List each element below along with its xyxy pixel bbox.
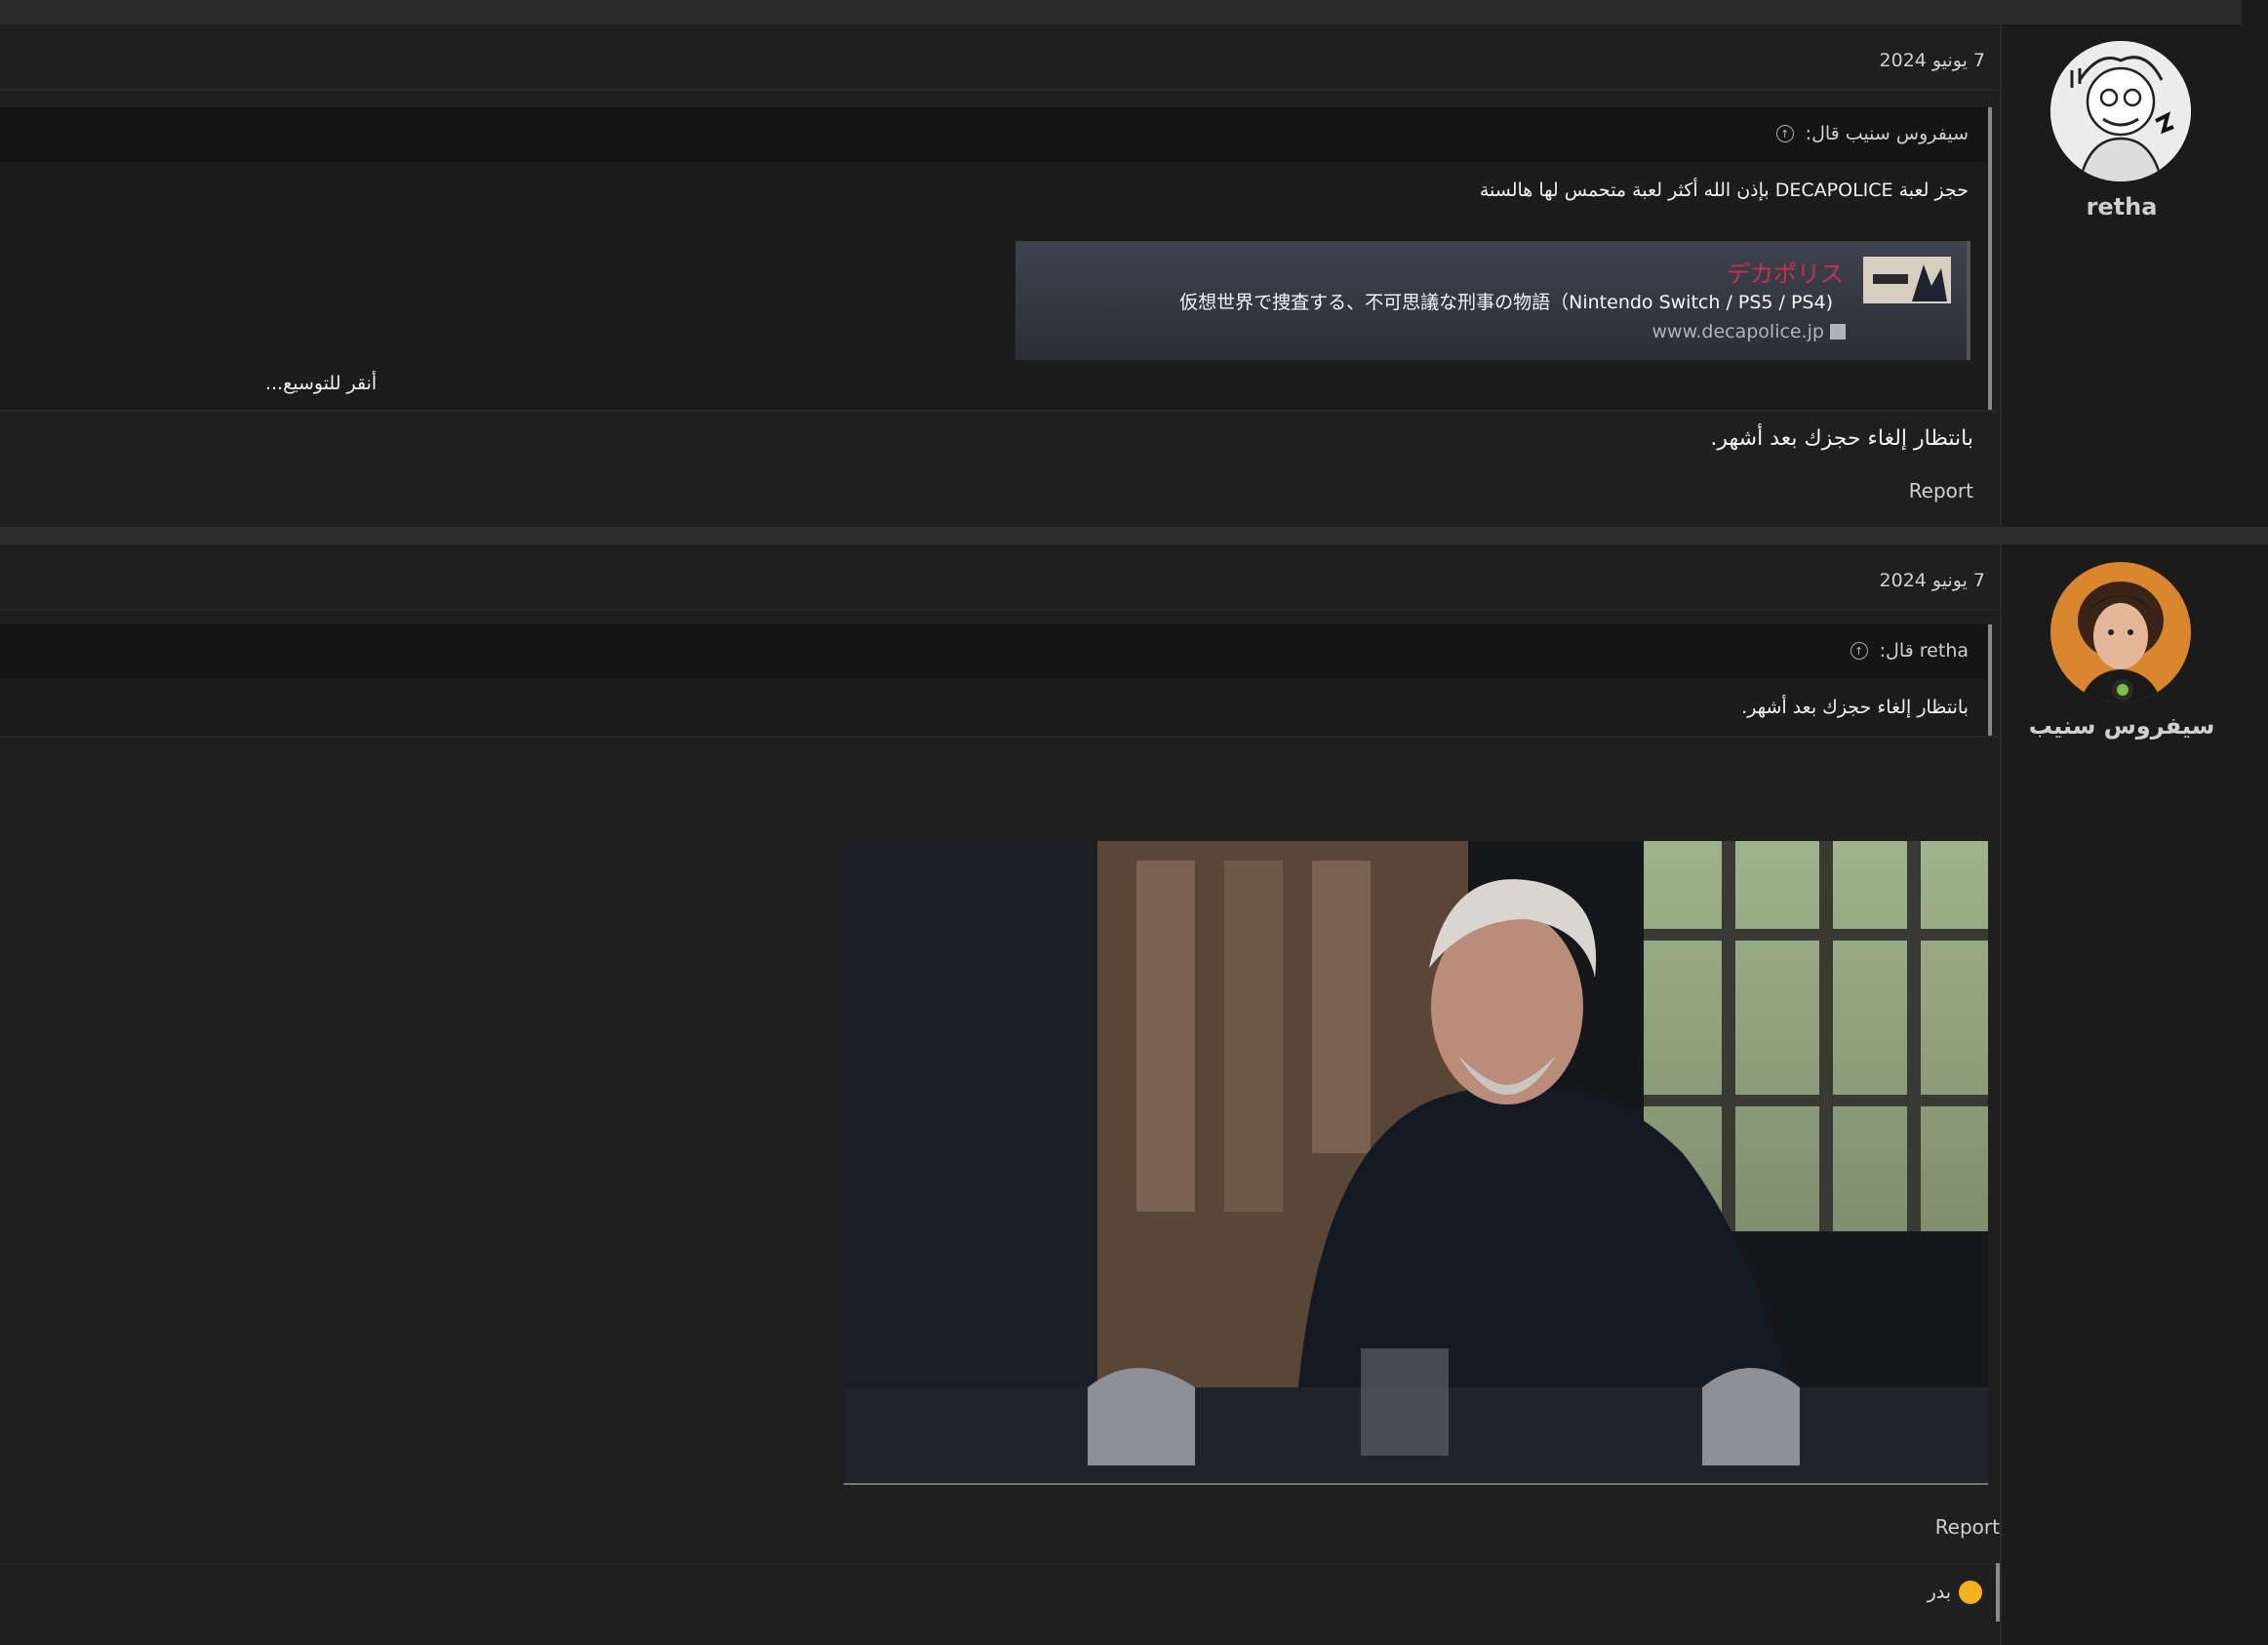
post-1: retha 7 يونيو 2024 سيفروس سنيب قال: ↑ حج…: [0, 24, 2242, 527]
post-1-user-panel: retha: [2000, 24, 2242, 527]
quote-block: retha قال: ↑ بانتظار إلغاء حجزك بعد أشهر…: [0, 624, 1992, 736]
username[interactable]: retha: [2002, 193, 2242, 221]
quote-block: سيفروس سنيب قال: ↑ حجز لعبة DECAPOLICE ب…: [0, 107, 1992, 410]
reaction-bar[interactable]: بدر: [1928, 1563, 2000, 1622]
quote-header: سيفروس سنيب قال: ↑: [0, 107, 1988, 162]
post-image[interactable]: [844, 841, 1988, 1485]
reaction-user[interactable]: بدر: [1928, 1582, 1951, 1603]
link-embed[interactable]: デカポリス 仮想世界で捜査する、不可思議な刑事の物語（Nintendo Swit…: [1015, 241, 1970, 360]
embed-site: www.decapolice.jp: [1651, 321, 1846, 342]
username[interactable]: سيفروس سنيب: [2002, 712, 2242, 740]
arrow-up-icon[interactable]: ↑: [1775, 125, 1794, 142]
online-status-icon: [2112, 679, 2133, 701]
embed-site-url[interactable]: www.decapolice.jp: [1651, 321, 1824, 342]
post-date[interactable]: 7 يونيو 2024: [1880, 570, 1985, 591]
expand-link[interactable]: أنقر للتوسيع...: [265, 373, 377, 394]
quote-author[interactable]: retha قال:: [1880, 640, 1969, 662]
divider: [0, 410, 2002, 412]
laughing-emoji-icon: [1959, 1581, 1982, 1604]
quote-text: بانتظار إلغاء حجزك بعد أشهر.: [1741, 697, 1969, 718]
avatar[interactable]: [2050, 41, 2191, 181]
quote-header: retha قال: ↑: [0, 624, 1988, 679]
external-link-icon: [1830, 324, 1846, 340]
quote-text: حجز لعبة DECAPOLICE بإذن الله أكثر لعبة …: [1479, 180, 1969, 201]
embed-title[interactable]: デカポリス: [1727, 255, 1844, 289]
embed-description: 仮想世界で捜査する、不可思議な刑事の物語（Nintendo Switch / P…: [1179, 292, 1833, 313]
post-date[interactable]: 7 يونيو 2024: [1880, 50, 1985, 71]
post-message: بانتظار إلغاء حجزك بعد أشهر.: [1710, 426, 1973, 451]
report-link[interactable]: Report: [1935, 1515, 2000, 1539]
post-2-user-panel: سيفروس سنيب: [2000, 544, 2242, 1645]
embed-thumbnail: [1863, 257, 1951, 303]
divider: [0, 736, 2002, 738]
divider: [0, 1563, 2002, 1565]
post-separator: [0, 527, 2268, 544]
quote-author[interactable]: سيفروس سنيب قال:: [1806, 123, 1969, 144]
post-separator: [0, 0, 2268, 24]
right-rail: [2242, 0, 2268, 1645]
post-date-bar: 7 يونيو 2024: [0, 24, 2002, 91]
arrow-up-icon[interactable]: ↑: [1850, 642, 1868, 660]
post-date-bar: 7 يونيو 2024: [0, 544, 2002, 611]
report-link[interactable]: Report: [1909, 479, 1973, 502]
